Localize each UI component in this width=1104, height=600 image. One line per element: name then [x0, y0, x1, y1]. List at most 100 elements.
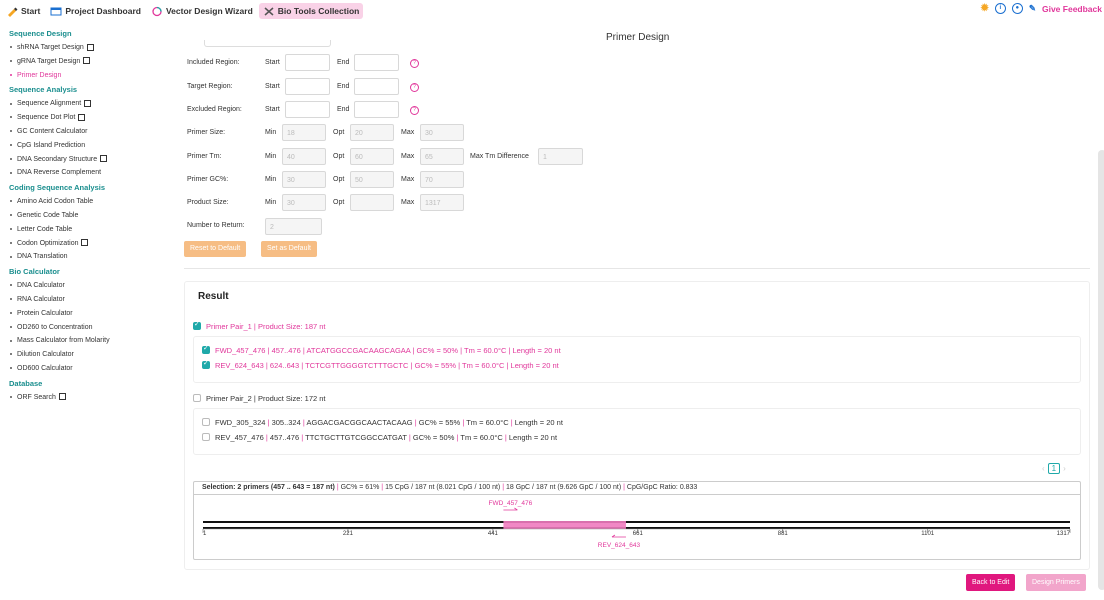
sun-icon[interactable]: ✹: [980, 3, 988, 14]
give-feedback-link[interactable]: Give Feedback: [1042, 4, 1102, 14]
primer-field: 457..476: [271, 346, 301, 355]
tick-label: 221: [343, 531, 354, 537]
primer-gc-opt-input[interactable]: 50: [350, 171, 394, 188]
start-label: Start: [265, 106, 280, 113]
primer-field: Length = 20 nt: [514, 418, 563, 427]
sidebar-item[interactable]: Amino Acid Codon Table: [0, 195, 170, 209]
primer-pair-2-checkbox[interactable]: [193, 394, 201, 402]
bullet-icon: [10, 339, 12, 342]
bullet-icon: [10, 367, 12, 370]
next-page-icon[interactable]: ›: [1063, 464, 1066, 473]
sidebar-item[interactable]: Codon Optimization: [0, 237, 170, 251]
excluded-start-input[interactable]: [285, 101, 330, 118]
tab-start[interactable]: Start: [2, 3, 44, 19]
max-label: Max: [401, 129, 415, 136]
page-number-button[interactable]: 1: [1047, 463, 1061, 474]
back-to-edit-button[interactable]: Back to Edit: [966, 574, 1016, 591]
sidebar-item-label: Dilution Calculator: [17, 351, 74, 359]
external-link-icon: [84, 100, 92, 108]
selection-summary: Selection: 2 primers (457 .. 643 = 187 n…: [202, 484, 698, 491]
sidebar-item[interactable]: Primer Design: [0, 69, 170, 83]
sidebar-item[interactable]: Genetic Code Table: [0, 209, 170, 223]
included-start-input[interactable]: [285, 54, 330, 71]
help-icon[interactable]: ?: [410, 83, 419, 92]
excluded-end-input[interactable]: [354, 101, 399, 118]
sidebar-item[interactable]: CpG Island Prediction: [0, 139, 170, 153]
primer-fwd-1-checkbox[interactable]: [202, 344, 210, 354]
primer-tm-opt-input[interactable]: 60: [350, 148, 394, 165]
sidebar-item[interactable]: DNA Calculator: [0, 279, 170, 293]
help-icon[interactable]: ?: [410, 106, 419, 115]
number-to-return-input[interactable]: 2: [265, 218, 322, 235]
sidebar-section-title: Bio Calculator: [9, 267, 60, 277]
sidebar-item[interactable]: DNA Secondary Structure: [0, 153, 170, 167]
selection-ratio: CpG/GpC Ratio: 0.833: [626, 484, 698, 491]
info-icon[interactable]: i: [994, 3, 1006, 14]
primer-size-min-input[interactable]: 18: [282, 124, 326, 141]
reset-to-default-button[interactable]: Reset to Default: [184, 241, 247, 257]
sidebar-item[interactable]: OD600 Calculator: [0, 362, 170, 376]
sidebar-section-title: Sequence Analysis: [9, 85, 78, 95]
product-size-opt-input[interactable]: [350, 194, 394, 211]
primer-field: 305..324: [271, 418, 301, 427]
sidebar-item-label: GC Content Calculator: [17, 127, 88, 135]
help-icon[interactable]: ?: [410, 59, 419, 68]
primer-fwd-2-checkbox[interactable]: [202, 418, 210, 426]
sidebar-item[interactable]: DNA Translation: [0, 250, 170, 264]
result-title: Result: [198, 291, 229, 302]
sidebar-item-label: DNA Reverse Complement: [17, 169, 102, 177]
primer-pair-1-checkbox[interactable]: [193, 320, 201, 330]
sidebar-item-label: DNA Translation: [17, 253, 68, 261]
primer-rev-1-checkbox[interactable]: [202, 359, 210, 369]
primer-tm-label: Primer Tm:: [187, 153, 222, 160]
primer-tm-max-input[interactable]: 65: [420, 148, 464, 165]
sidebar-item-label: OD600 Calculator: [17, 364, 73, 372]
product-size-min-input[interactable]: 30: [282, 194, 326, 211]
primer-size-opt-input[interactable]: 20: [350, 124, 394, 141]
primer-gc-min-input[interactable]: 30: [282, 171, 326, 188]
sidebar-item[interactable]: Sequence Alignment: [0, 97, 170, 111]
set-as-default-button[interactable]: Set as Default: [261, 241, 317, 257]
bullet-icon: [10, 214, 12, 217]
product-size-max-input[interactable]: 1317: [420, 194, 464, 211]
sidebar-item[interactable]: gRNA Target Design: [0, 55, 170, 69]
included-end-input[interactable]: [354, 54, 399, 71]
sidebar-item-label: OD260 to Concentration: [17, 323, 93, 331]
start-label: Start: [265, 59, 280, 66]
primer-field: FWD_305_324: [215, 418, 266, 427]
prev-page-icon[interactable]: ‹: [1042, 464, 1045, 473]
collapsed-select[interactable]: [204, 40, 331, 47]
bullet-icon: [10, 157, 12, 160]
target-start-input[interactable]: [285, 78, 330, 95]
design-primers-button[interactable]: Design Primers: [1026, 574, 1086, 591]
sidebar-item[interactable]: DNA Reverse Complement: [0, 166, 170, 180]
primer-size-max-input[interactable]: 30: [420, 124, 464, 141]
sidebar-item[interactable]: Protein Calculator: [0, 307, 170, 321]
sidebar-item[interactable]: Dilution Calculator: [0, 348, 170, 362]
tab-vector-design-wizard[interactable]: Vector Design Wizard: [147, 3, 257, 19]
sequence-map-track[interactable]: 1 221 441 661 881 1101 1317 FWD_457_476 REV_624_…: [193, 495, 1081, 557]
pen-icon: [8, 7, 18, 17]
tab-bio-tools-collection[interactable]: Bio Tools Collection: [258, 3, 364, 19]
sidebar-item[interactable]: GC Content Calculator: [0, 125, 170, 139]
primer-tm-min-input[interactable]: 40: [282, 148, 326, 165]
primer-gc-max-input[interactable]: 70: [420, 171, 464, 188]
tab-project-dashboard[interactable]: Project Dashboard: [46, 3, 145, 19]
scrollbar[interactable]: [1098, 150, 1104, 590]
primer-rev-1-line: REV_624_643 | 624..643 | TCTCGTTGGGGTCTT…: [215, 361, 559, 370]
sidebar-item[interactable]: shRNA Target Design: [0, 41, 170, 55]
sidebar-item[interactable]: OD260 to Concentration: [0, 321, 170, 335]
primer-size-label: Primer Size:: [187, 129, 226, 136]
min-label: Min: [265, 129, 277, 136]
target-end-input[interactable]: [354, 78, 399, 95]
sidebar-item[interactable]: Sequence Dot Plot: [0, 111, 170, 125]
max-tm-difference-input[interactable]: 1: [538, 148, 583, 165]
excluded-region-label: Excluded Region:: [187, 106, 242, 113]
sidebar-item[interactable]: RNA Calculator: [0, 293, 170, 307]
bullet-icon: [10, 143, 12, 146]
sidebar-item[interactable]: Letter Code Table: [0, 223, 170, 237]
user-icon[interactable]: ●: [1011, 3, 1023, 14]
sidebar-item[interactable]: ORF Search: [0, 391, 170, 405]
primer-rev-2-checkbox[interactable]: [202, 433, 210, 441]
sidebar-item[interactable]: Mass Calculator from Molarity: [0, 334, 170, 348]
